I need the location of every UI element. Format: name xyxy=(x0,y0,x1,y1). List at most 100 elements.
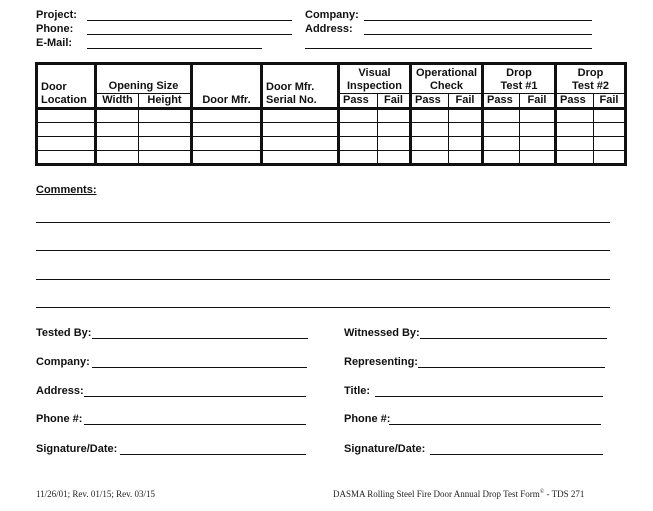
header-drop2-pass: Pass xyxy=(554,93,594,109)
table-cell[interactable] xyxy=(409,150,449,166)
table-cell[interactable] xyxy=(554,122,594,137)
header-operational-fail: Fail xyxy=(448,93,483,109)
table-cell[interactable] xyxy=(554,150,594,166)
table-row xyxy=(35,136,627,151)
table-cell[interactable] xyxy=(35,150,96,166)
table-cell[interactable] xyxy=(94,107,139,123)
table-cell[interactable] xyxy=(593,150,627,166)
table-cell[interactable] xyxy=(35,136,96,151)
header-height: Height xyxy=(138,93,192,109)
table-cell[interactable] xyxy=(481,136,520,151)
table-cell[interactable] xyxy=(519,122,556,137)
table-row xyxy=(35,122,627,137)
representing-field[interactable] xyxy=(418,367,605,368)
project-field[interactable] xyxy=(87,20,292,21)
company-label: Company: xyxy=(305,9,359,21)
comments-label: Comments: xyxy=(36,184,97,196)
table-cell[interactable] xyxy=(409,107,449,123)
table-cell[interactable] xyxy=(138,136,192,151)
table-cell[interactable] xyxy=(35,107,96,123)
inspection-table: Door Location Opening Size Door Mfr. Doo… xyxy=(35,62,627,166)
table-cell[interactable] xyxy=(448,107,483,123)
table-cell[interactable] xyxy=(519,136,556,151)
witness-signature-field[interactable] xyxy=(430,454,603,455)
header-drop1-pass: Pass xyxy=(481,93,520,109)
table-cell[interactable] xyxy=(377,136,411,151)
table-cell[interactable] xyxy=(448,136,483,151)
table-cell[interactable] xyxy=(190,107,262,123)
title-label: Title: xyxy=(344,385,371,397)
witnessed-by-field[interactable] xyxy=(420,338,607,339)
table-cell[interactable] xyxy=(260,107,339,123)
table-cell[interactable] xyxy=(377,122,411,137)
table-cell[interactable] xyxy=(138,122,192,137)
tester-phone-field[interactable] xyxy=(84,424,306,425)
table-cell[interactable] xyxy=(448,122,483,137)
header-width: Width xyxy=(94,93,139,109)
tester-signature-field[interactable] xyxy=(120,454,306,455)
representing-label: Representing: xyxy=(344,356,418,368)
tested-by-label: Tested By: xyxy=(36,327,92,339)
table-cell[interactable] xyxy=(377,107,411,123)
comment-line[interactable] xyxy=(36,222,610,223)
comment-line[interactable] xyxy=(36,279,610,280)
comment-line[interactable] xyxy=(36,250,610,251)
header-operational-pass: Pass xyxy=(409,93,449,109)
table-cell[interactable] xyxy=(409,136,449,151)
phone-field[interactable] xyxy=(87,34,292,35)
table-cell[interactable] xyxy=(481,150,520,166)
tester-address-label: Address: xyxy=(36,385,84,397)
table-cell[interactable] xyxy=(554,107,594,123)
table-cell[interactable] xyxy=(481,107,520,123)
table-cell[interactable] xyxy=(593,136,627,151)
table-cell[interactable] xyxy=(138,150,192,166)
table-cell[interactable] xyxy=(260,136,339,151)
witness-signature-label: Signature/Date: xyxy=(344,443,426,455)
table-cell[interactable] xyxy=(519,107,556,123)
header-drop1-fail: Fail xyxy=(519,93,556,109)
table-cell[interactable] xyxy=(94,136,139,151)
table-cell[interactable] xyxy=(448,150,483,166)
table-row xyxy=(35,150,627,166)
tester-phone-label: Phone #: xyxy=(36,413,83,425)
header-visual-fail: Fail xyxy=(377,93,411,109)
table-cell[interactable] xyxy=(593,107,627,123)
email-label: E-Mail: xyxy=(36,37,73,49)
header-door-location: Door Location xyxy=(35,62,96,109)
table-cell[interactable] xyxy=(554,136,594,151)
address-field[interactable] xyxy=(364,34,592,35)
comment-line[interactable] xyxy=(36,307,610,308)
table-cell[interactable] xyxy=(260,150,339,166)
title-field[interactable] xyxy=(375,396,603,397)
email-field[interactable] xyxy=(87,48,262,49)
company-field[interactable] xyxy=(364,20,592,21)
table-cell[interactable] xyxy=(337,107,378,123)
phone-label: Phone: xyxy=(36,23,74,35)
table-cell[interactable] xyxy=(409,122,449,137)
table-cell[interactable] xyxy=(190,136,262,151)
header-serial-no: Door Mfr. Serial No. xyxy=(260,62,339,109)
tester-company-field[interactable] xyxy=(92,367,307,368)
table-cell[interactable] xyxy=(377,150,411,166)
table-cell[interactable] xyxy=(190,122,262,137)
tester-company-label: Company: xyxy=(36,356,90,368)
table-cell[interactable] xyxy=(593,122,627,137)
address-field-line-2[interactable] xyxy=(305,48,592,49)
tested-by-field[interactable] xyxy=(92,338,308,339)
table-row xyxy=(35,107,627,123)
table-cell[interactable] xyxy=(260,122,339,137)
tester-address-field[interactable] xyxy=(84,396,306,397)
table-cell[interactable] xyxy=(519,150,556,166)
table-cell[interactable] xyxy=(138,107,192,123)
table-cell[interactable] xyxy=(337,136,378,151)
table-cell[interactable] xyxy=(35,122,96,137)
table-cell[interactable] xyxy=(481,122,520,137)
witness-phone-label: Phone #: xyxy=(344,413,391,425)
table-cell[interactable] xyxy=(337,150,378,166)
table-cell[interactable] xyxy=(190,150,262,166)
table-cell[interactable] xyxy=(94,122,139,137)
revision-text: 11/26/01; Rev. 01/15; Rev. 03/15 xyxy=(36,489,155,499)
table-cell[interactable] xyxy=(337,122,378,137)
table-cell[interactable] xyxy=(94,150,139,166)
witness-phone-field[interactable] xyxy=(389,424,601,425)
